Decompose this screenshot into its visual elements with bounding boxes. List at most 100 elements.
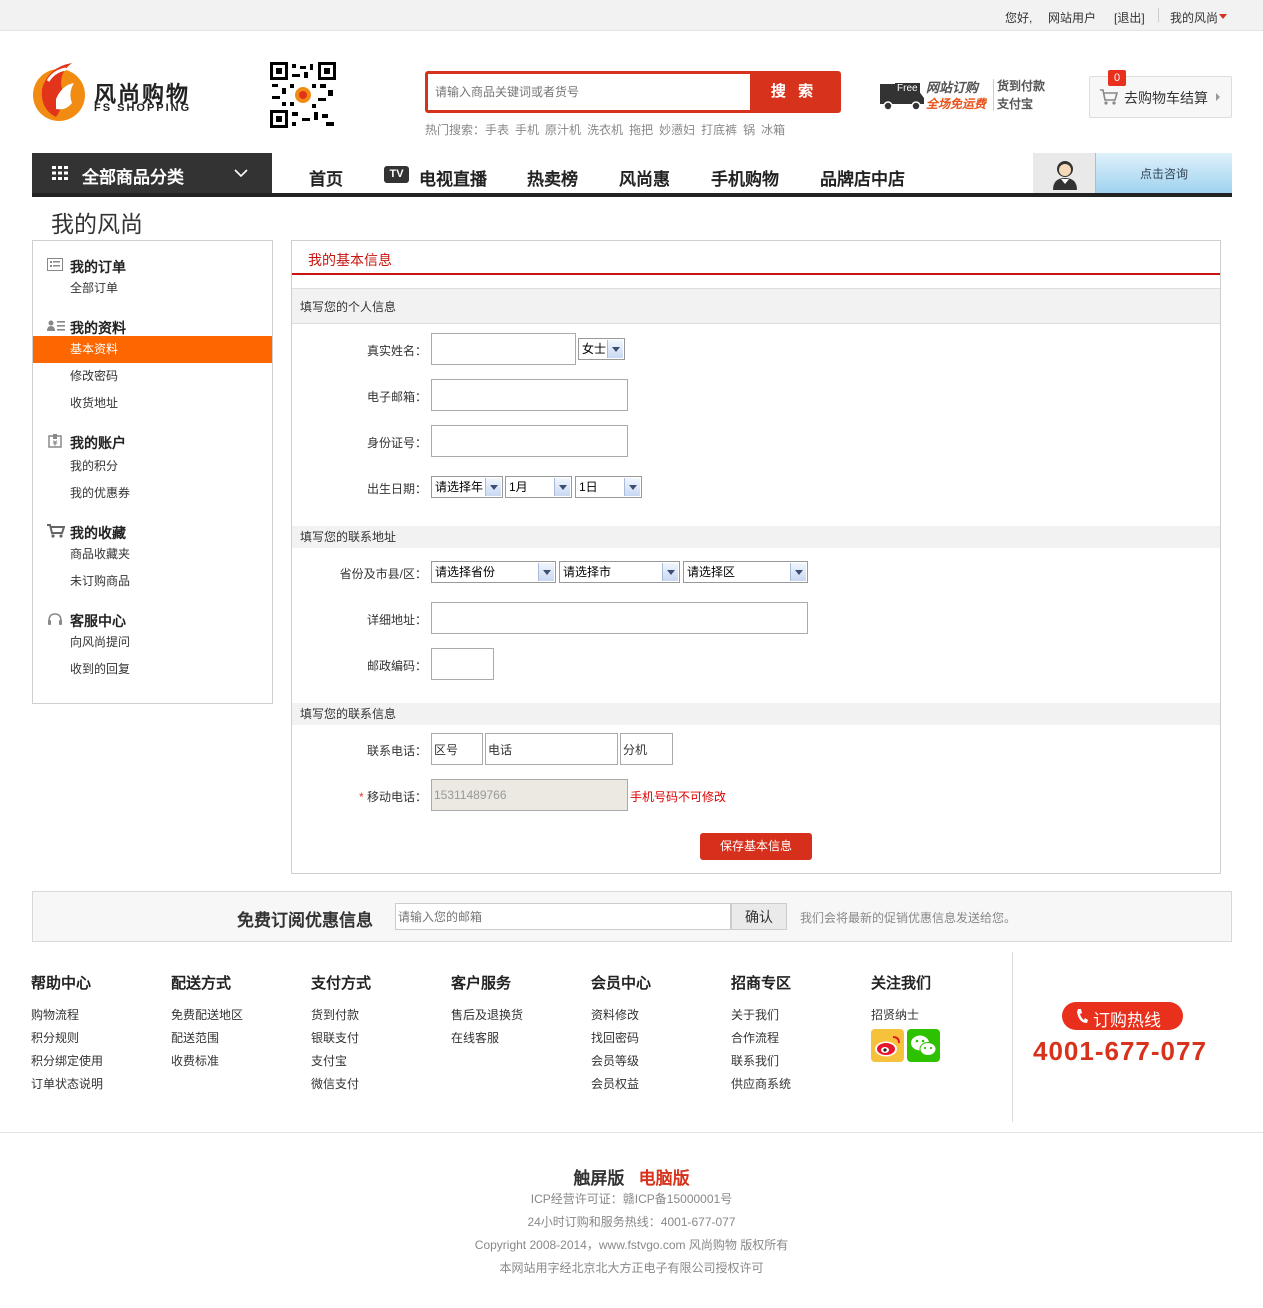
hot-search-link[interactable]: 洗衣机 (587, 123, 623, 137)
footer-link[interactable]: 购物流程 (31, 1004, 103, 1027)
hotline-badge: 订购热线 (1062, 1002, 1183, 1030)
footer-column-title: 客户服务 (451, 975, 512, 992)
birth-day-value: 1日 (579, 480, 598, 494)
cart-label: 去购物车结算 (1124, 90, 1208, 106)
detail-address-input[interactable] (431, 602, 808, 634)
nav-fs-deals[interactable]: 风尚惠 (619, 165, 670, 190)
newsletter-confirm-button[interactable]: 确认 (731, 903, 787, 930)
sidebar-item-all-orders[interactable]: 全部订单 (33, 275, 272, 302)
nav-mobile-shopping[interactable]: 手机购物 (711, 165, 779, 190)
search-button[interactable]: 搜 索 (750, 74, 838, 110)
sidebar-item-favorites-folder[interactable]: 商品收藏夹 (33, 541, 272, 568)
touch-version-link[interactable]: 触屏版 (573, 1169, 624, 1188)
footer-column: 招商专区 关于我们 合作流程 联系我们 供应商系统 (731, 972, 791, 1096)
birth-month-select[interactable]: 1月 (505, 476, 572, 498)
birth-year-select[interactable]: 请选择年 (431, 476, 503, 498)
all-categories-button[interactable]: 全部商品分类 (32, 153, 272, 193)
footer-link[interactable]: 关于我们 (731, 1004, 791, 1027)
footer-link[interactable]: 配送范围 (171, 1027, 243, 1050)
grid-icon (52, 166, 68, 180)
footer-link[interactable]: 合作流程 (731, 1027, 791, 1050)
real-name-input[interactable] (431, 333, 576, 365)
district-select[interactable]: 请选择区 (683, 561, 808, 583)
font-license-text: 本网站用字经北京北大方正电子有限公司授权许可 (499, 1261, 764, 1275)
sidebar-group-service: 客服中心 (33, 608, 272, 630)
hot-search-link[interactable]: 拖把 (629, 123, 653, 137)
footer-link[interactable]: 联系我们 (731, 1050, 791, 1073)
sidebar-item-not-ordered[interactable]: 未订购商品 (33, 568, 272, 595)
my-account-menu[interactable]: 我的风尚 (1170, 9, 1218, 26)
footer-link[interactable]: 在线客服 (451, 1027, 523, 1050)
footer-link[interactable]: 找回密码 (591, 1027, 651, 1050)
province-select[interactable]: 请选择省份 (431, 561, 556, 583)
footer-link[interactable]: 支付宝 (311, 1050, 371, 1073)
footer-link[interactable]: 货到付款 (311, 1004, 371, 1027)
sidebar-item-points[interactable]: 我的积分 (33, 453, 272, 480)
phone-input[interactable] (485, 733, 618, 765)
footer-link[interactable]: 会员等级 (591, 1050, 651, 1073)
weibo-icon[interactable] (871, 1029, 904, 1062)
footer-link[interactable]: 免费配送地区 (171, 1004, 243, 1027)
footer-link[interactable]: 收费标准 (171, 1050, 243, 1073)
footer-link[interactable]: 资料修改 (591, 1004, 651, 1027)
nav-brand-stores[interactable]: 品牌店中店 (820, 165, 905, 190)
sidebar-item-basic-info[interactable]: 基本资料 (33, 336, 272, 363)
footer-link[interactable]: 银联支付 (311, 1027, 371, 1050)
hot-search-link[interactable]: 冰箱 (761, 123, 785, 137)
nav-tv-live[interactable]: 电视直播 (419, 165, 487, 190)
footer-link[interactable]: 会员权益 (591, 1073, 651, 1096)
gender-select[interactable]: 女士 (578, 338, 625, 360)
mobile-note: 手机号码不可修改 (630, 790, 727, 804)
sidebar-item-coupons[interactable]: 我的优惠券 (33, 480, 272, 507)
footer-link[interactable]: 微信支付 (311, 1073, 371, 1096)
search-input[interactable] (428, 74, 753, 110)
footer-link[interactable]: 售后及退换货 (451, 1004, 523, 1027)
footer-column: 关注我们 招贤纳士 (871, 972, 951, 1063)
mobile-label: * 移动电话： (358, 790, 427, 804)
footer-link[interactable]: 积分绑定使用 (31, 1050, 103, 1073)
sidebar-item-ask-question[interactable]: 向风尚提问 (33, 629, 272, 656)
area-code-input[interactable] (431, 733, 483, 765)
footer-link[interactable]: 订单状态说明 (31, 1073, 103, 1096)
cart-icon (1100, 89, 1118, 105)
logout-link[interactable]: [退出] (1114, 9, 1145, 26)
extension-input[interactable] (620, 733, 673, 765)
hot-search-link[interactable]: 原汁机 (545, 123, 581, 137)
hot-search: 热门搜索：手表 手机 原汁机 洗衣机 拖把 妙懑妇 打底裤锅冰箱 (425, 121, 791, 138)
hot-search-link[interactable]: 打底裤 (701, 123, 737, 137)
pc-version-link[interactable]: 电脑版 (639, 1169, 690, 1188)
nav-home[interactable]: 首页 (309, 165, 343, 190)
sidebar-item-change-password[interactable]: 修改密码 (33, 363, 272, 390)
id-number-input[interactable] (431, 425, 628, 457)
sidebar-item-replies[interactable]: 收到的回复 (33, 656, 272, 683)
hot-search-link[interactable]: 锅 (743, 123, 755, 137)
save-basic-info-button[interactable]: 保存基本信息 (700, 833, 812, 860)
newsletter-bar: 免费订阅优惠信息 确认 我们会将最新的促销优惠信息发送给您。 (32, 891, 1232, 942)
free-shipping-banner: Free 网站订购 全场免运费 货到付款 支付宝 (880, 76, 1060, 116)
cart-button[interactable]: 0 去购物车结算 (1089, 70, 1232, 118)
hot-search-link[interactable]: 手表 (485, 123, 509, 137)
email-input[interactable] (431, 379, 628, 411)
footer-link[interactable]: 积分规则 (31, 1027, 103, 1050)
account-sidebar: 我的订单 全部订单 我的资料 基本资料 修改密码 收货地址 ¥ 我的账户 我的积… (32, 240, 273, 704)
username-link[interactable]: 网站用户 (1048, 9, 1096, 26)
nav-hot-list[interactable]: 热卖榜 (527, 165, 578, 190)
footer-column-title: 招商专区 (731, 975, 792, 992)
wechat-icon[interactable] (907, 1029, 940, 1062)
footer-link[interactable]: 供应商系统 (731, 1073, 791, 1096)
hot-search-link[interactable]: 手机 (515, 123, 539, 137)
footer-column-title: 支付方式 (311, 975, 372, 992)
newsletter-email-input[interactable] (395, 903, 731, 930)
sidebar-item-shipping-address[interactable]: 收货地址 (33, 390, 272, 417)
footer-link[interactable]: 招贤纳士 (871, 1004, 951, 1027)
hot-search-link[interactable]: 妙懑妇 (659, 123, 695, 137)
consult-button[interactable]: 点击咨询 (1033, 153, 1232, 193)
city-select[interactable]: 请选择市 (559, 561, 680, 583)
birth-day-select[interactable]: 1日 (575, 476, 642, 498)
consult-label: 点击咨询 (1139, 167, 1188, 181)
birth-month-value: 1月 (509, 480, 528, 494)
zip-input[interactable] (431, 648, 494, 680)
newsletter-title: 免费订阅优惠信息 (237, 911, 373, 930)
site-logo[interactable]: 风尚购物 FS SHOPPING (32, 59, 212, 125)
copyright-text: Copyright 2008-2014，www.fstvgo.com 风尚购物 … (474, 1238, 789, 1252)
